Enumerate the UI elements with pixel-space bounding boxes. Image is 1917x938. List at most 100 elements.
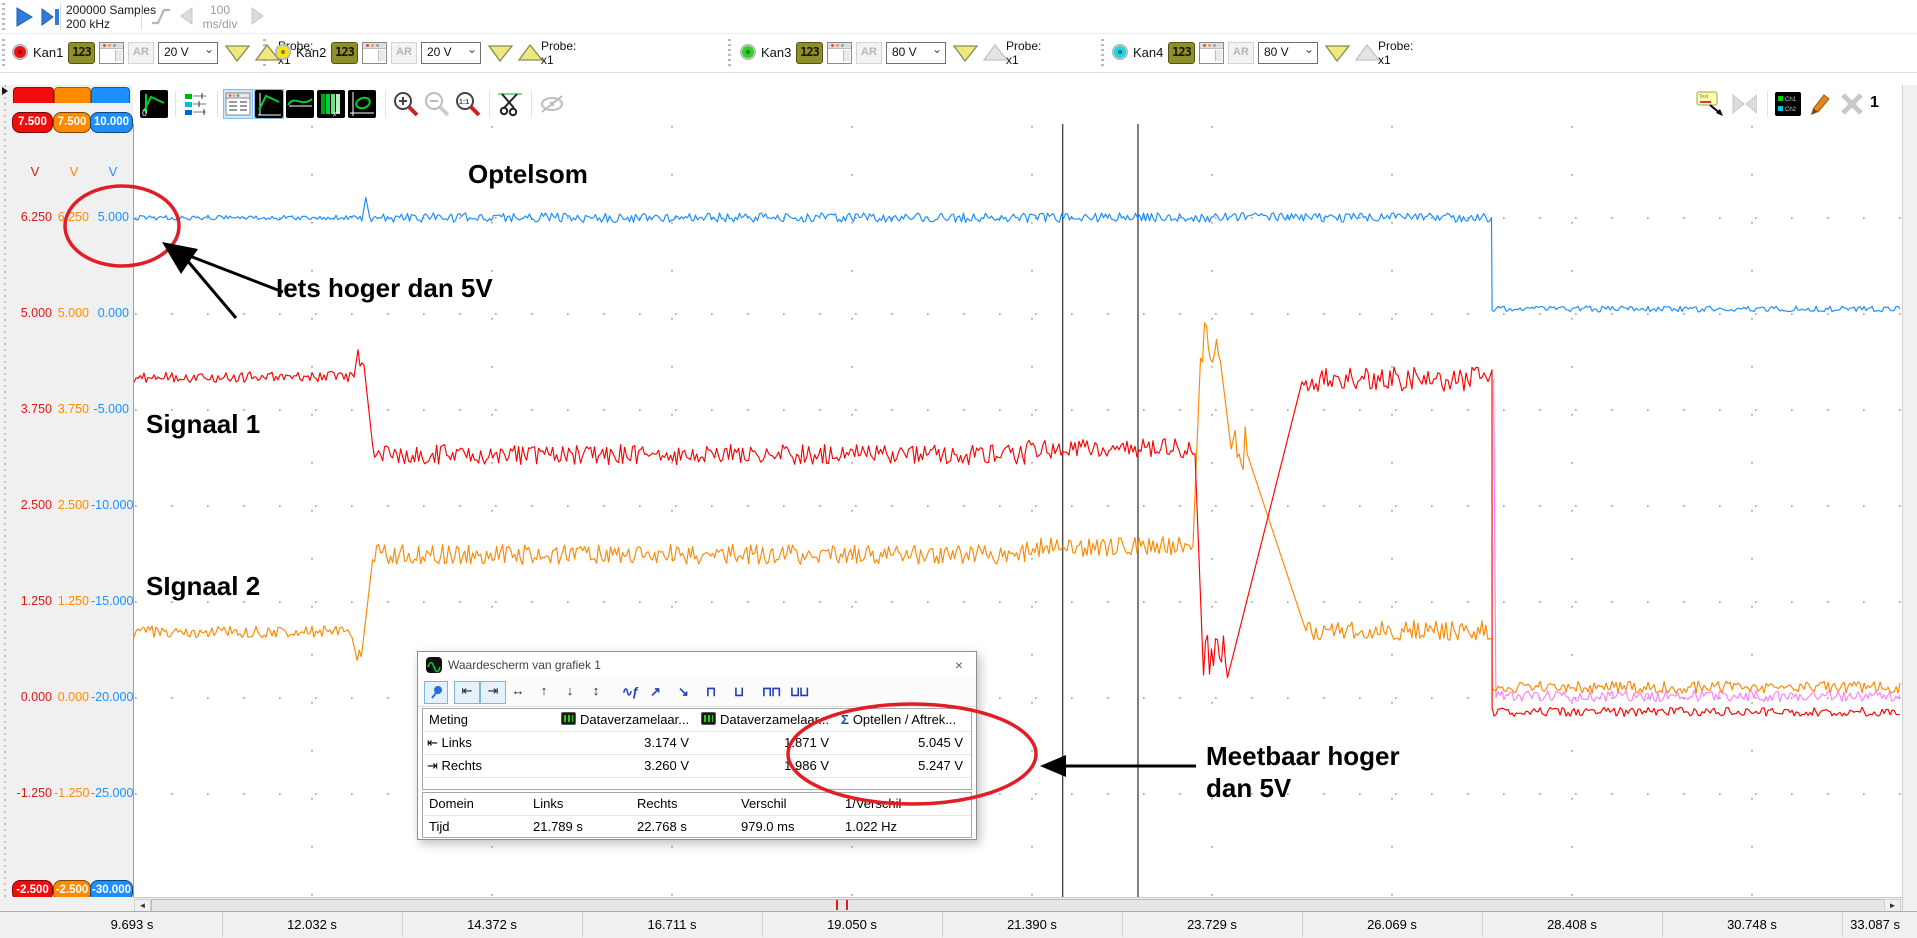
range-down-icon[interactable]	[224, 42, 251, 64]
measure-high-pulse-icon[interactable]: ⊓	[706, 682, 715, 702]
graph-view-button[interactable]	[255, 90, 283, 118]
axis-tick-label: -25.000	[91, 786, 129, 800]
table-row-links[interactable]: ⇤ Links 3.174 V 1.871 V 5.045 V	[423, 732, 971, 755]
autorange-button[interactable]: AR	[856, 42, 882, 64]
toolbar-grip[interactable]	[2, 3, 5, 30]
x-axis-strip: 9.693 s12.032 s14.372 s16.711 s19.050 s2…	[0, 911, 1917, 938]
cursor-up-icon[interactable]: ↑	[532, 681, 556, 702]
numeric-display-button[interactable]: 123	[796, 42, 823, 64]
autorange-button[interactable]: AR	[1228, 42, 1254, 64]
toolbar-grip[interactable]	[1101, 39, 1104, 67]
xy-view-icon[interactable]	[348, 90, 376, 118]
start-measurement-icon[interactable]	[12, 5, 36, 29]
col-header: Dataverzamelaar...	[561, 709, 697, 731]
axis-max-kan3[interactable]: 10.000	[90, 112, 133, 133]
toolbar-grip[interactable]	[728, 39, 731, 67]
remove-comments-icon[interactable]	[1729, 90, 1757, 118]
channel-levels-icon[interactable]	[182, 90, 210, 118]
samples-rate-display[interactable]: 200000 Samples 200 kHz	[66, 3, 156, 31]
timebase-increase-icon[interactable]	[246, 5, 268, 27]
axis-tick-label: 5.000	[91, 210, 129, 224]
cursors-span-icon[interactable]: ↔	[506, 681, 530, 702]
channel-led-icon[interactable]	[740, 44, 756, 60]
numeric-display-button[interactable]: 123	[331, 42, 358, 64]
range-up-icon[interactable]	[1354, 42, 1381, 64]
add-comment-icon[interactable]: Text	[1695, 90, 1723, 118]
horizontal-scrollbar[interactable]: ◄ ►	[133, 897, 1902, 912]
table-row-rechts[interactable]: ⇥ Rechts 3.260 V 1.986 V 5.247 V	[423, 755, 971, 778]
hide-trace-icon[interactable]	[538, 90, 566, 118]
range-select[interactable]: 80 V⌄	[886, 42, 946, 64]
numeric-display-button[interactable]: 123	[1168, 42, 1195, 64]
trigger-slope-icon[interactable]	[150, 5, 172, 27]
zoom-in-icon[interactable]	[392, 90, 420, 118]
range-select[interactable]: 20 V⌄	[421, 42, 481, 64]
probe-label[interactable]: Probe:x1	[1378, 39, 1413, 67]
range-select[interactable]: 20 V⌄	[158, 42, 218, 64]
measure-gap-count-icon[interactable]: ⊔⊔	[790, 682, 808, 702]
range-down-icon[interactable]	[487, 42, 514, 64]
y-axis-panel: 7.500 7.500 10.000 V V V 6.2506.2505.000…	[10, 85, 134, 897]
one-shot-icon[interactable]	[38, 5, 62, 29]
axis-max-kan2[interactable]: 7.500	[53, 112, 91, 133]
axis-max-kan1[interactable]: 7.500	[12, 112, 53, 133]
numeric-display-button[interactable]: 123	[68, 42, 95, 64]
divider	[60, 3, 61, 30]
range-select[interactable]: 80 V⌄	[1258, 42, 1318, 64]
value-display-view-button[interactable]	[224, 90, 252, 118]
cursor-down-icon[interactable]: ↓	[558, 681, 582, 702]
tab-kan2[interactable]	[54, 87, 91, 103]
legend-icon[interactable]: Ch1 Ch2	[1774, 90, 1802, 118]
graph-toolbar: 0 x°	[133, 85, 1917, 124]
value-window-button[interactable]	[1199, 42, 1224, 64]
value-window-button[interactable]	[99, 42, 124, 64]
value-window-button[interactable]	[362, 42, 387, 64]
dialog-titlebar[interactable]: Waardescherm van grafiek 1 ×	[418, 652, 976, 679]
table-row-tijd[interactable]: Tijd 21.789 s 22.768 s 979.0 ms 1.022 Hz	[423, 816, 971, 838]
timebase-display[interactable]: 100 ms/div	[196, 3, 244, 31]
interpolated-graph-view-icon[interactable]	[286, 90, 314, 118]
tab-kan3[interactable]	[91, 87, 130, 103]
channel-toolbar: Kan1 123 AR 20 V⌄ Probe:x1 Kan2 123	[0, 34, 1917, 73]
channel-led-icon[interactable]	[275, 44, 291, 60]
pin-icon[interactable]	[424, 681, 448, 704]
vertical-scrollbar[interactable]	[1902, 85, 1917, 937]
value-window-button[interactable]	[827, 42, 852, 64]
cursor-to-end-icon[interactable]: ⇥	[480, 681, 506, 704]
zoom-out-icon[interactable]	[423, 90, 451, 118]
toolbar-grip[interactable]	[2, 39, 5, 67]
channel-led-icon[interactable]	[1112, 44, 1128, 60]
tab-kan1[interactable]	[13, 87, 54, 103]
range-up-icon[interactable]	[517, 42, 544, 64]
value-cell: 1.986 V	[701, 755, 829, 777]
zoom-reset-icon[interactable]: 1:1	[454, 90, 482, 118]
cursor-to-start-icon[interactable]: ⇤	[454, 681, 480, 704]
channel-led-icon[interactable]	[12, 44, 28, 60]
range-up-icon[interactable]	[982, 42, 1009, 64]
timebase-decrease-icon[interactable]	[176, 5, 198, 27]
time-tick-label: 30.748 s	[1662, 912, 1843, 937]
autorange-button[interactable]: AR	[391, 42, 417, 64]
axis-tick-label: -5.000	[91, 402, 129, 416]
cursors-vspan-icon[interactable]: ↕	[584, 681, 608, 702]
measure-low-pulse-icon[interactable]: ⊔	[734, 682, 743, 702]
cut-data-icon[interactable]	[496, 90, 524, 118]
measure-pulse-count-icon[interactable]: ⊓⊓	[762, 682, 780, 702]
probe-label[interactable]: Probe:x1	[1006, 39, 1041, 67]
clear-graph-icon[interactable]	[1838, 90, 1866, 118]
close-icon[interactable]: ×	[950, 656, 968, 674]
autorange-button[interactable]: AR	[128, 42, 154, 64]
expand-arrow-icon[interactable]	[1, 86, 9, 96]
measure-rise-time-icon[interactable]: ↗	[650, 682, 660, 702]
axis-tick-label: -15.000	[91, 594, 129, 608]
axis-tick-label: -20.000	[91, 690, 129, 704]
chevron-down-icon: ⌄	[1304, 42, 1314, 56]
pen-tool-icon[interactable]	[1806, 90, 1834, 118]
measure-frequency-icon[interactable]: ∿ƒ	[622, 682, 638, 702]
range-down-icon[interactable]	[1324, 42, 1351, 64]
probe-label[interactable]: Probe:x1	[541, 39, 576, 67]
range-down-icon[interactable]	[952, 42, 979, 64]
spectrum-view-icon[interactable]: x°	[317, 90, 345, 118]
measure-fall-time-icon[interactable]: ↘	[678, 682, 688, 702]
autoscale-zero-icon[interactable]: 0	[140, 90, 168, 118]
